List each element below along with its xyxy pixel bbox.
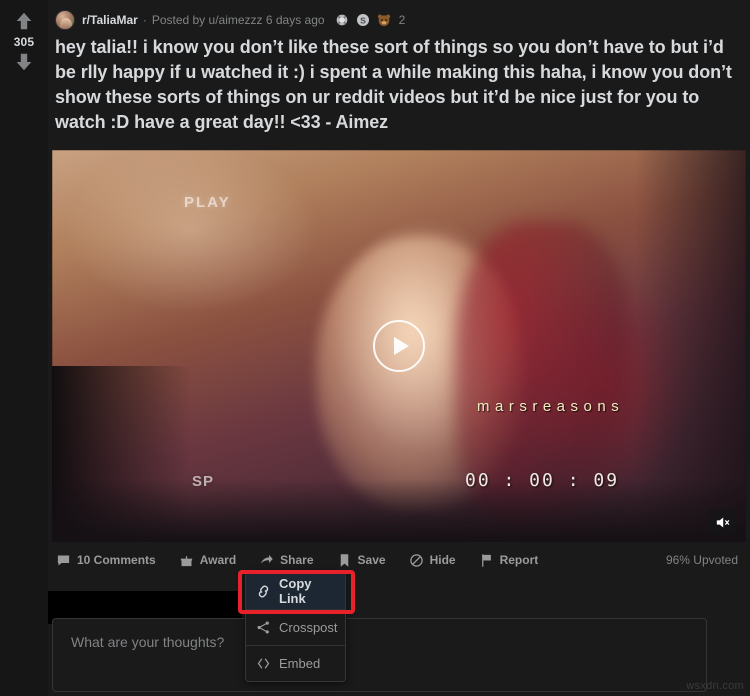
- hide-label: Hide: [429, 553, 456, 567]
- comments-label: 10 Comments: [77, 553, 156, 567]
- meta-separator: ·: [142, 13, 147, 27]
- crosspost-label: Crosspost: [279, 620, 338, 635]
- subreddit-avatar[interactable]: [55, 10, 75, 30]
- comment-composer[interactable]: What are your thoughts?: [52, 618, 707, 692]
- comment-placeholder: What are your thoughts?: [71, 634, 225, 650]
- bookmark-icon: [337, 553, 352, 568]
- save-label: Save: [357, 553, 386, 567]
- play-icon[interactable]: [373, 320, 425, 372]
- video-shadow-bottom: [52, 479, 746, 542]
- post-action-bar: 10 Comments Award Share Save Hide Report…: [48, 548, 750, 572]
- hide-slash-icon: [409, 553, 424, 568]
- reddit-post-page: 305 r/TaliaMar · Posted by u/aimezzz 6 d…: [0, 0, 750, 696]
- comment-bubble-icon: [56, 553, 71, 568]
- award-button[interactable]: Award: [179, 553, 236, 568]
- s-award-icon[interactable]: S: [355, 12, 371, 28]
- embed-code-icon: [256, 656, 271, 671]
- share-dropdown-menu: Copy Link Crosspost Embed: [245, 572, 346, 682]
- post-container: r/TaliaMar · Posted by u/aimezzz 6 days …: [48, 0, 750, 696]
- award-label: Award: [199, 553, 237, 567]
- award-count: 2: [398, 13, 406, 27]
- wholesome-award-icon[interactable]: [376, 12, 392, 28]
- vote-score: 305: [13, 35, 35, 49]
- hide-button[interactable]: Hide: [409, 553, 456, 568]
- flag-icon: [479, 553, 494, 568]
- video-creator-watermark: marsreasons: [477, 398, 625, 415]
- site-watermark: wsxdn.com: [686, 680, 744, 692]
- share-label: Share: [280, 553, 314, 567]
- vote-rail: 305: [0, 0, 48, 696]
- video-player[interactable]: PLAY SP marsreasons 00 : 00 : 09: [52, 150, 746, 542]
- report-label: Report: [499, 553, 539, 567]
- play-triangle: [393, 337, 409, 355]
- svg-text:S: S: [360, 15, 366, 25]
- silver-award-icon[interactable]: [334, 12, 350, 28]
- copy-link-label: Copy Link: [279, 576, 312, 606]
- embed-label: Embed: [279, 656, 321, 671]
- post-byline: Posted by u/aimezzz 6 days ago: [151, 13, 325, 27]
- report-button[interactable]: Report: [479, 553, 539, 568]
- embed-menu-item[interactable]: Embed: [246, 645, 345, 681]
- arrow-up-icon[interactable]: [13, 10, 35, 32]
- post-header: r/TaliaMar · Posted by u/aimezzz 6 days …: [48, 0, 750, 30]
- gift-icon: [179, 553, 194, 568]
- crosspost-icon: [256, 620, 271, 635]
- speaker-mute-icon[interactable]: [708, 509, 736, 535]
- share-arrow-icon: [259, 553, 274, 568]
- upvoted-percentage: 96% Upvoted: [665, 553, 738, 567]
- award-list: S 2: [334, 12, 406, 28]
- link-chain-icon: [256, 584, 271, 599]
- video-overlay-play-text: PLAY: [184, 194, 231, 211]
- copy-link-menu-item[interactable]: Copy Link: [246, 573, 345, 609]
- post-title[interactable]: hey talia!! i know you don’t like these …: [48, 30, 750, 135]
- share-button[interactable]: Share: [259, 553, 314, 568]
- video-timecode: 00 : 00 : 09: [465, 470, 620, 491]
- crosspost-menu-item[interactable]: Crosspost: [246, 609, 345, 645]
- subreddit-link[interactable]: r/TaliaMar: [82, 13, 138, 27]
- arrow-down-icon[interactable]: [13, 51, 35, 73]
- comments-button[interactable]: 10 Comments: [56, 553, 156, 568]
- save-button[interactable]: Save: [337, 553, 386, 568]
- video-overlay-sp-label: SP: [192, 473, 215, 490]
